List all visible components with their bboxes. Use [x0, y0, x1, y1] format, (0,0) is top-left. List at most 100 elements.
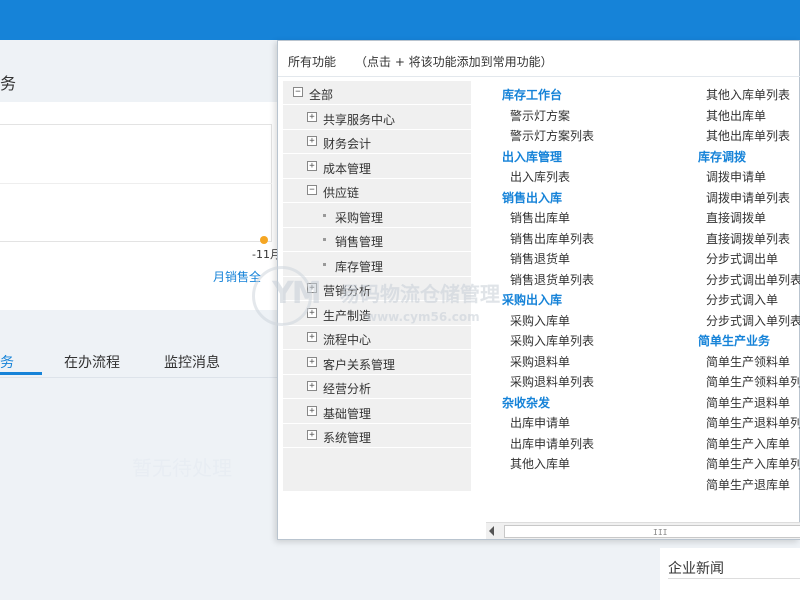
function-group-title: 出入库管理 — [502, 149, 563, 164]
function-item[interactable]: 警示灯方案列表 — [510, 127, 594, 144]
function-item[interactable]: 采购入库单列表 — [510, 332, 594, 349]
function-item[interactable]: 其他出库单 — [706, 107, 766, 124]
tab-in-progress-flows[interactable]: 在办流程 — [64, 352, 120, 372]
function-item[interactable]: 其他入库单 — [510, 455, 570, 472]
tree-node-label: 基础管理 — [323, 406, 372, 421]
function-item[interactable]: 直接调拨单 — [706, 209, 766, 226]
tree-node-label: 经营分析 — [323, 382, 372, 396]
function-item[interactable]: 出库申请单列表 — [510, 435, 594, 452]
function-item[interactable]: 调拨申请单列表 — [706, 189, 790, 206]
tree-node[interactable]: + 基础管理 — [283, 400, 471, 424]
function-item[interactable]: 简单生产入库单列 — [706, 455, 800, 472]
function-item[interactable]: 调拨申请单 — [706, 168, 766, 185]
function-group-title: 简单生产业务 — [698, 334, 771, 348]
tree-node[interactable]: + 共享服务中心 — [283, 106, 471, 130]
sales-chart-plot — [0, 124, 272, 242]
tree-node-label: 采购管理 — [335, 210, 384, 225]
expand-icon[interactable]: + — [307, 307, 317, 318]
function-item[interactable]: 采购退料单 — [510, 353, 570, 370]
task-tabs: 任务 在办流程 监控消息 — [0, 340, 280, 378]
tree-node[interactable]: 库存管理 — [283, 253, 471, 277]
tree-node-label: 全部 — [309, 88, 334, 102]
tree-node[interactable]: 采购管理 — [283, 204, 471, 228]
function-item[interactable]: 销售退货单 — [510, 250, 570, 267]
function-group-title: 销售出入库 — [502, 190, 563, 205]
tree-bullet-icon — [323, 213, 326, 217]
function-tree: − 全部 + 共享服务中心 + 财务会计 + 成本管理 − 供应链 采购管理 销售管理 库存管理 + 营销分… — [283, 81, 471, 491]
expand-icon[interactable]: + — [307, 136, 317, 146]
expand-icon[interactable]: + — [307, 405, 317, 416]
tree-node-label: 财务会计 — [323, 137, 372, 151]
chart-data-point[interactable] — [260, 236, 268, 244]
function-item[interactable]: 出库申请单 — [510, 414, 570, 431]
active-tab-indicator — [0, 372, 42, 375]
chart-gridline — [0, 183, 272, 184]
tree-node[interactable]: + 流程中心 — [283, 326, 471, 350]
expand-icon[interactable]: + — [307, 160, 317, 171]
tree-node-label: 成本管理 — [323, 161, 372, 176]
function-item[interactable]: 分步式调入单 — [706, 291, 778, 308]
tree-node-label: 生产制造 — [323, 308, 372, 323]
function-item[interactable]: 简单生产领料单列 — [706, 373, 800, 390]
chart-legend[interactable]: 月销售全 — [213, 268, 261, 285]
function-item[interactable]: 其他入库单列表 — [706, 86, 790, 103]
tree-node[interactable]: + 客户关系管理 — [283, 351, 471, 375]
expand-icon[interactable]: + — [307, 283, 317, 293]
collapse-icon[interactable]: − — [307, 185, 317, 195]
function-item[interactable]: 销售退货单列表 — [510, 271, 594, 288]
expand-icon[interactable]: + — [307, 381, 317, 391]
popup-title: 所有功能 — [288, 55, 337, 69]
function-item[interactable]: 其他出库单列表 — [706, 127, 790, 144]
tree-node[interactable]: + 营销分析 — [283, 277, 471, 301]
tree-bullet-icon — [323, 238, 326, 241]
function-group-title: 采购出入库 — [502, 293, 563, 307]
function-item[interactable]: 简单生产退库单 — [706, 476, 790, 493]
news-title: 企业新闻 — [668, 561, 724, 577]
popup-header: 所有功能 （点击 + 将该功能添加到常用功能） — [278, 41, 800, 77]
tree-node[interactable]: − 全部 — [283, 81, 471, 105]
expand-icon[interactable]: + — [307, 430, 317, 440]
function-item[interactable]: 分步式调入单列表 — [706, 312, 800, 329]
news-divider — [668, 578, 800, 579]
function-item[interactable]: 简单生产退料单 — [706, 394, 790, 411]
function-item[interactable]: 简单生产入库单 — [706, 435, 790, 452]
function-item[interactable]: 直接调拨单列表 — [706, 230, 790, 247]
function-item[interactable]: 警示灯方案 — [510, 107, 570, 124]
tab-monitor-messages[interactable]: 监控消息 — [164, 352, 220, 372]
expand-icon[interactable]: + — [307, 111, 317, 122]
tree-node[interactable]: + 经营分析 — [283, 375, 471, 399]
function-item[interactable]: 分步式调出单 — [706, 250, 778, 267]
function-group-title: 库存工作台 — [502, 88, 563, 102]
function-item[interactable]: 销售出库单列表 — [510, 230, 594, 247]
tree-node[interactable]: + 财务会计 — [283, 130, 471, 154]
function-item[interactable]: 简单生产领料单 — [706, 353, 790, 370]
popup-hint: （点击 + 将该功能添加到常用功能） — [355, 55, 553, 69]
scroll-left-arrow-icon[interactable] — [489, 526, 494, 536]
tree-node-label: 共享服务中心 — [323, 112, 396, 127]
tree-node-label: 库存管理 — [335, 259, 384, 274]
horizontal-scrollbar[interactable]: III — [486, 522, 800, 539]
tree-node-label: 营销分析 — [323, 284, 372, 298]
scrollbar-thumb[interactable]: III — [504, 525, 800, 538]
tree-node[interactable]: + 系统管理 — [283, 424, 471, 448]
function-item[interactable]: 采购入库单 — [510, 312, 570, 329]
function-item[interactable]: 采购退料单列表 — [510, 373, 594, 390]
expand-icon[interactable]: + — [307, 356, 317, 367]
function-item[interactable]: 出入库列表 — [510, 168, 570, 185]
tree-node[interactable]: + 成本管理 — [283, 155, 471, 179]
tree-node-label: 销售管理 — [335, 235, 384, 249]
function-item[interactable]: 销售出库单 — [510, 209, 570, 226]
tree-node[interactable]: − 供应链 — [283, 179, 471, 203]
collapse-icon[interactable]: − — [293, 87, 303, 97]
all-functions-popup: 所有功能 （点击 + 将该功能添加到常用功能） − 全部 + 共享服务中心 + 财务会计 +… — [277, 40, 800, 540]
tree-node-label: 流程中心 — [323, 333, 372, 347]
tree-node-label: 系统管理 — [323, 431, 372, 445]
function-group-title: 库存调拨 — [698, 149, 747, 164]
expand-icon[interactable]: + — [307, 332, 317, 342]
tree-node[interactable]: 销售管理 — [283, 228, 471, 252]
tree-node[interactable]: + 生产制造 — [283, 302, 471, 326]
tab-tasks[interactable]: 任务 — [0, 352, 14, 372]
function-item[interactable]: 简单生产退料单列 — [706, 414, 800, 431]
function-item[interactable]: 分步式调出单列表 — [706, 271, 800, 288]
function-group-title: 杂收杂发 — [502, 395, 551, 410]
